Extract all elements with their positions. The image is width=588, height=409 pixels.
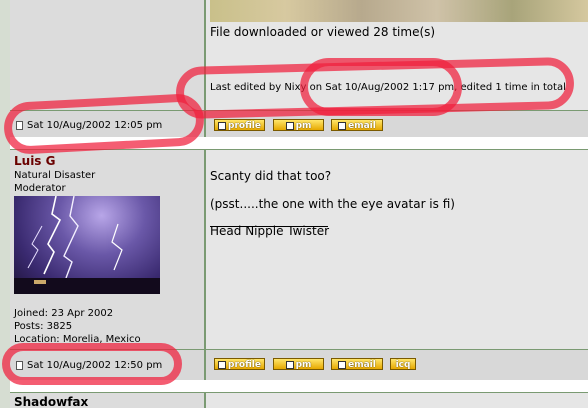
email-icon xyxy=(338,121,347,130)
column-divider xyxy=(204,393,206,408)
post-author-name[interactable]: Luis G xyxy=(14,154,55,168)
profile-button[interactable]: profile xyxy=(214,358,265,370)
profile-icon xyxy=(218,360,227,369)
highlight-post-date-2 xyxy=(2,343,182,385)
highlight-post-date-1 xyxy=(2,92,206,156)
post-body-line-2: (psst.....the one with the eye avatar is… xyxy=(210,197,455,211)
email-icon xyxy=(338,360,347,369)
profile-icon xyxy=(218,121,227,130)
pm-icon xyxy=(285,360,294,369)
user-rank: Natural Disaster xyxy=(14,170,96,181)
icq-button-label: icq xyxy=(395,360,411,370)
post-count: Posts: 3825 xyxy=(14,321,73,332)
highlight-edit-time xyxy=(300,58,462,116)
user-role: Moderator xyxy=(14,183,66,194)
page-margin xyxy=(0,0,10,408)
email-button[interactable]: email xyxy=(331,358,383,370)
avatar xyxy=(14,196,160,294)
profile-button-label: profile xyxy=(228,121,261,131)
profile-button[interactable]: profile xyxy=(214,119,265,131)
signature-text: Head Nipple Twister xyxy=(210,224,330,238)
post-body-line-1: Scanty did that too? xyxy=(210,169,332,183)
attachment-image[interactable] xyxy=(210,0,588,22)
pm-icon xyxy=(285,121,294,130)
email-button-label: email xyxy=(348,360,376,370)
join-date: Joined: 23 Apr 2002 xyxy=(14,308,114,319)
download-count-text: File downloaded or viewed 28 time(s) xyxy=(210,25,436,39)
pm-button-label: pm xyxy=(295,121,312,131)
email-button[interactable]: email xyxy=(331,119,383,131)
pm-button[interactable]: pm xyxy=(273,358,324,370)
pm-button[interactable]: pm xyxy=(273,119,324,131)
row-divider xyxy=(10,392,588,393)
pm-button-label: pm xyxy=(295,360,312,370)
column-divider xyxy=(204,350,206,380)
post-author-name[interactable]: Shadowfax xyxy=(14,395,88,409)
lightning-image xyxy=(14,196,160,294)
email-button-label: email xyxy=(348,121,376,131)
icq-button[interactable]: icq xyxy=(390,358,416,370)
profile-button-label: profile xyxy=(228,360,261,370)
